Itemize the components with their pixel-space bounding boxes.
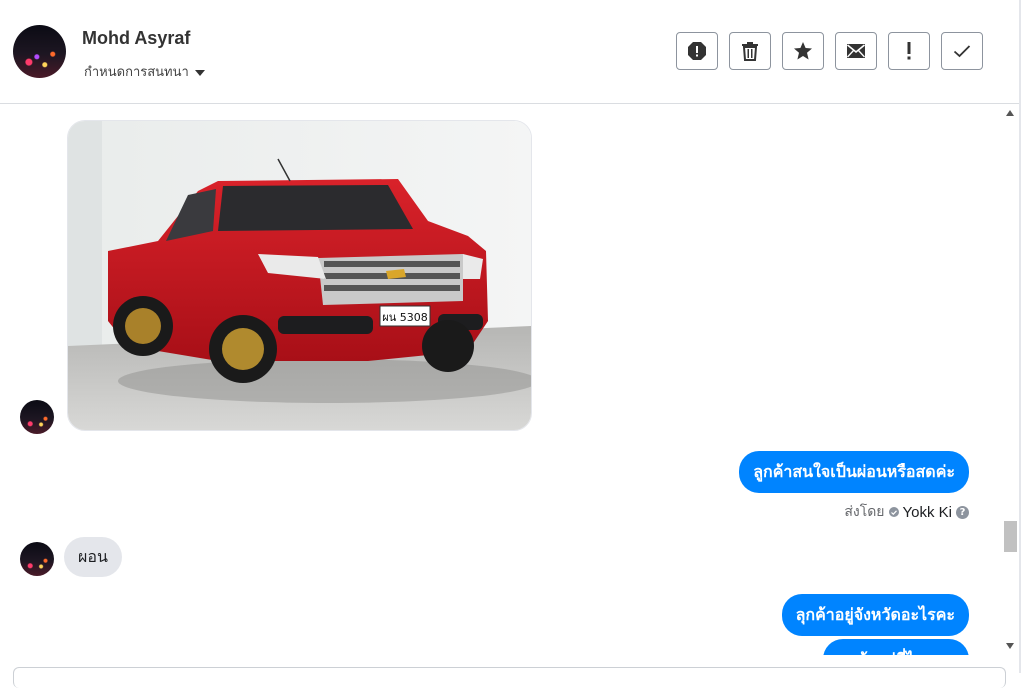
svg-text:ผน 5308: ผน 5308 xyxy=(382,311,427,324)
trash-icon xyxy=(742,42,758,61)
thread-bottom-edge xyxy=(0,655,1003,667)
incoming-message[interactable]: ผอน xyxy=(64,537,122,577)
pickup-truck-photo: ผน 5308 xyxy=(68,121,531,430)
contact-avatar[interactable] xyxy=(13,25,66,78)
sender-avatar[interactable] xyxy=(20,400,54,434)
outgoing-message[interactable]: ลูกค้าสนใจเป็นผ่อนหรือสดค่ะ xyxy=(739,451,969,493)
mark-unread-button[interactable] xyxy=(835,32,877,70)
thread-settings-dropdown[interactable]: กำหนดการสนทนา xyxy=(84,61,205,82)
thread-settings-label: กำหนดการสนทนา xyxy=(84,65,189,80)
message-composer[interactable] xyxy=(13,667,1006,688)
message-image[interactable]: ผน 5308 xyxy=(67,120,532,431)
contact-name[interactable]: Mohd Asyraf xyxy=(82,28,190,49)
star-icon xyxy=(794,42,812,60)
envelope-icon xyxy=(846,44,866,58)
report-button[interactable] xyxy=(676,32,718,70)
sender-name[interactable]: Yokk Ki xyxy=(903,504,952,521)
scroll-up-arrow-icon[interactable] xyxy=(1006,110,1014,116)
scrollbar[interactable] xyxy=(1003,104,1019,655)
conversation-header: Mohd Asyraf กำหนดการสนทนา xyxy=(0,0,1019,104)
delete-button[interactable] xyxy=(729,32,771,70)
caret-down-icon xyxy=(194,69,205,76)
header-actions xyxy=(676,32,983,70)
verified-check-icon xyxy=(888,507,899,517)
spam-button[interactable] xyxy=(888,32,930,70)
star-button[interactable] xyxy=(782,32,824,70)
done-button[interactable] xyxy=(941,32,983,70)
scrollbar-thumb[interactable] xyxy=(1004,521,1017,552)
exclamation-icon xyxy=(907,42,911,60)
sender-avatar[interactable] xyxy=(20,542,54,576)
alert-octagon-icon xyxy=(688,42,706,60)
sent-by-info: ส่งโดย Yokk Ki ? xyxy=(844,501,969,523)
scroll-down-arrow-icon[interactable] xyxy=(1006,643,1014,649)
help-icon[interactable]: ? xyxy=(956,505,969,519)
check-icon xyxy=(953,45,971,58)
outgoing-message[interactable]: ลุกค้าอยู่จังหวัดอะไรคะ xyxy=(781,594,969,636)
sent-by-label: ส่งโดย xyxy=(844,504,885,520)
